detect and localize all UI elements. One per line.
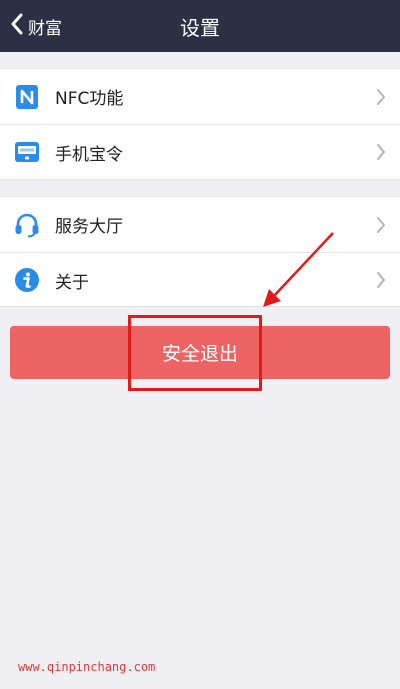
settings-item-phone-token[interactable]: 手机宝令: [0, 124, 400, 179]
phone-token-icon: [14, 139, 40, 165]
navbar: 财富 设置: [0, 0, 400, 52]
chevron-right-icon: [376, 88, 386, 106]
settings-item-label: 手机宝令: [55, 144, 123, 165]
settings-item-nfc[interactable]: NFC功能: [0, 69, 400, 124]
nfc-icon: [14, 84, 40, 110]
watermark: www.qinpinchang.com: [18, 660, 156, 674]
chevron-right-icon: [376, 216, 386, 234]
headset-icon: [14, 212, 40, 238]
settings-item-label: 关于: [55, 272, 89, 293]
settings-item-service-hall[interactable]: 服务大厅: [0, 197, 400, 252]
back-label: 财富: [28, 18, 62, 39]
chevron-left-icon: [10, 13, 24, 39]
settings-group-2: 服务大厅 关于: [0, 196, 400, 307]
logout-button[interactable]: 安全退出: [10, 326, 390, 379]
info-icon: [14, 267, 40, 293]
settings-item-label: 服务大厅: [55, 217, 123, 237]
settings-item-label: NFC功能: [55, 89, 124, 109]
back-button[interactable]: 财富: [10, 0, 62, 52]
settings-item-about[interactable]: 关于: [0, 252, 400, 307]
chevron-right-icon: [376, 143, 386, 161]
settings-group-1: NFC功能 手机宝令: [0, 68, 400, 180]
chevron-right-icon: [376, 271, 386, 289]
